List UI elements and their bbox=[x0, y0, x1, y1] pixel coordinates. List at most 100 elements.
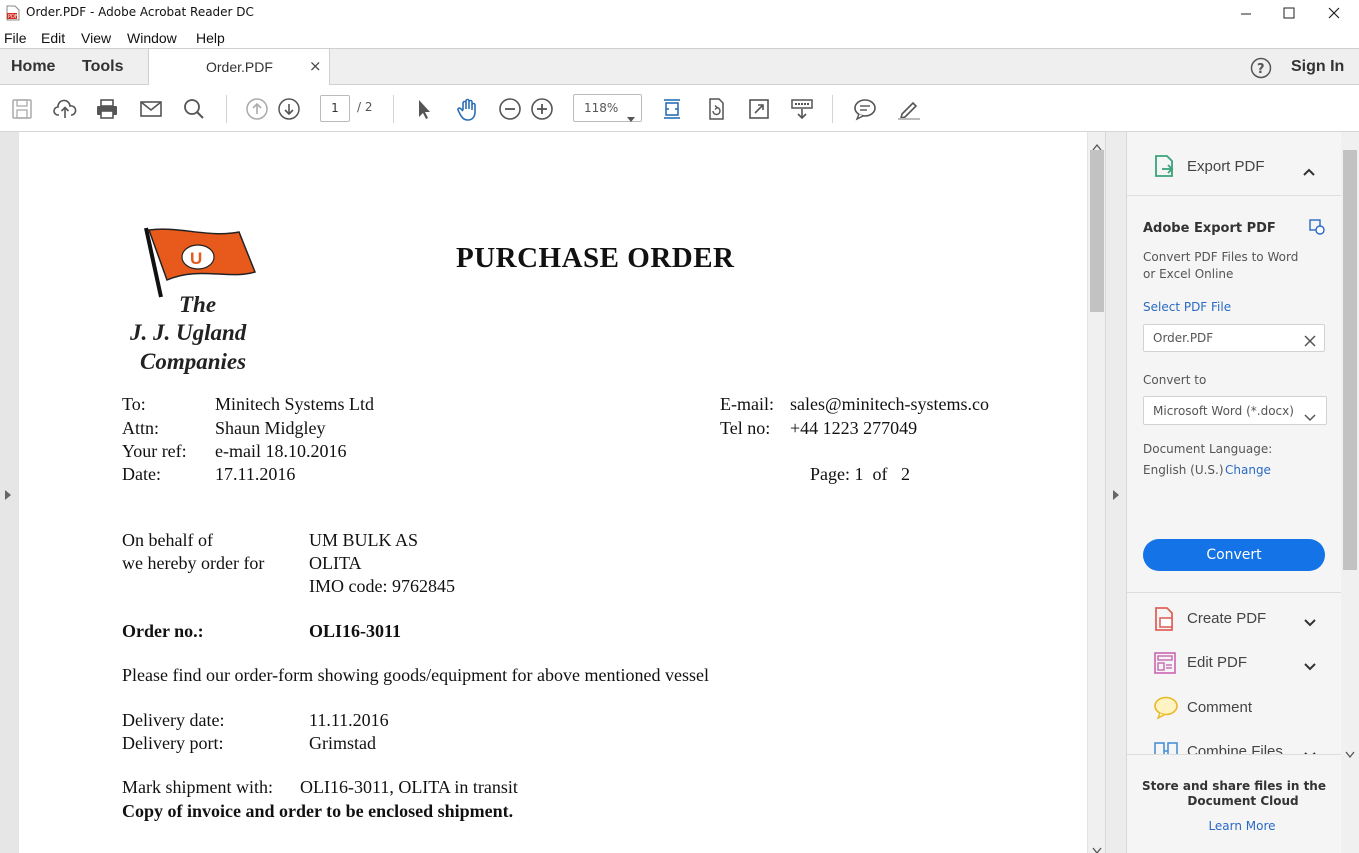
comment-icon[interactable] bbox=[853, 97, 877, 121]
tool-create-pdf[interactable]: Create PDF bbox=[1127, 598, 1341, 642]
acrobat-window: PDF Order.PDF - Adobe Acrobat Reader DC … bbox=[0, 0, 1359, 853]
chevron-down-icon[interactable] bbox=[1304, 745, 1316, 754]
zoom-in-icon[interactable] bbox=[530, 97, 554, 121]
minimize-button[interactable] bbox=[1236, 4, 1256, 22]
convert-format-value: Microsoft Word (*.docx) bbox=[1153, 404, 1294, 418]
logo-text-name: J. J. Ugland bbox=[130, 320, 247, 345]
document-page: U The J. J. Ugland Companies PURCHASE OR… bbox=[19, 132, 1087, 853]
sign-in-link[interactable]: Sign In bbox=[1291, 58, 1344, 76]
convert-format-select[interactable]: Microsoft Word (*.docx) bbox=[1143, 396, 1327, 425]
tab-home[interactable]: Home bbox=[11, 58, 55, 76]
svg-text:U: U bbox=[190, 249, 202, 268]
page-number-input[interactable]: 1 bbox=[320, 95, 350, 122]
please-text: Please find our order-form showing goods… bbox=[122, 665, 710, 685]
chevron-down-icon[interactable] bbox=[1304, 612, 1316, 631]
scroll-down-icon[interactable] bbox=[1092, 840, 1102, 853]
left-panel-toggle-strip[interactable] bbox=[0, 132, 19, 853]
rotate-icon[interactable] bbox=[704, 97, 728, 121]
attn-label: Attn: bbox=[122, 418, 160, 438]
save-icon[interactable] bbox=[10, 97, 34, 121]
ref-label: Your ref: bbox=[122, 441, 187, 461]
maximize-button[interactable] bbox=[1279, 4, 1299, 22]
tab-document[interactable]: Order.PDF × bbox=[148, 48, 330, 85]
tools-pane-scroll-thumb[interactable] bbox=[1343, 150, 1357, 570]
logo-text-the: The bbox=[179, 292, 217, 317]
copy-instruction: Copy of invoice and order to be enclosed… bbox=[122, 801, 514, 821]
tab-bar: Home Tools Order.PDF × ? Sign In bbox=[0, 48, 1359, 85]
document-language-label: Document Language: bbox=[1143, 442, 1273, 456]
search-icon[interactable] bbox=[182, 97, 206, 121]
print-icon[interactable] bbox=[95, 97, 119, 121]
toolbar-separator bbox=[832, 95, 833, 123]
export-pdf-header[interactable]: Export PDF bbox=[1127, 132, 1341, 196]
delivery-date-label: Delivery date: bbox=[122, 710, 225, 730]
select-pdf-file-label[interactable]: Select PDF File bbox=[1143, 300, 1231, 314]
hand-icon[interactable] bbox=[455, 97, 479, 121]
document-scrollbar[interactable] bbox=[1087, 132, 1105, 853]
selected-file-field[interactable]: Order.PDF bbox=[1143, 324, 1325, 352]
help-icon[interactable]: ? bbox=[1250, 57, 1272, 83]
tool-edit-pdf[interactable]: Edit PDF bbox=[1127, 642, 1341, 686]
menu-help[interactable]: Help bbox=[196, 30, 225, 46]
tel-value: +44 1223 277049 bbox=[790, 418, 918, 438]
tool-combine-files[interactable]: Combine Files bbox=[1127, 731, 1341, 754]
email-value: sales@minitech-systems.co bbox=[790, 394, 990, 414]
mark-value: OLI16-3011, OLITA in transit bbox=[300, 777, 518, 797]
export-pdf-icon bbox=[1153, 154, 1175, 182]
delivery-port-label: Delivery port: bbox=[122, 733, 224, 753]
chevron-down-icon[interactable] bbox=[1304, 656, 1316, 675]
behalf-label-2: we hereby order for bbox=[122, 553, 265, 573]
tel-label: Tel no: bbox=[720, 418, 771, 438]
prev-page-icon[interactable] bbox=[245, 97, 269, 121]
read-mode-icon[interactable] bbox=[790, 97, 814, 121]
convert-to-label: Convert to bbox=[1143, 373, 1207, 387]
email-icon[interactable] bbox=[139, 97, 163, 121]
right-pane-splitter[interactable] bbox=[1105, 132, 1127, 853]
logo-text-companies: Companies bbox=[140, 349, 247, 374]
learn-more-link[interactable]: Learn More bbox=[1127, 819, 1357, 833]
zoom-level-value: 118% bbox=[584, 101, 619, 115]
next-page-icon[interactable] bbox=[277, 97, 301, 121]
tool-combine-files-label: Combine Files bbox=[1187, 743, 1283, 754]
behalf-imo: IMO code: 9762845 bbox=[309, 576, 455, 596]
cloud-promo-line-2: Document Cloud bbox=[1187, 794, 1299, 808]
tools-pane-scrollbar[interactable] bbox=[1341, 132, 1359, 853]
menu-view[interactable]: View bbox=[81, 30, 111, 46]
to-value: Minitech Systems Ltd bbox=[215, 394, 374, 414]
fullscreen-icon[interactable] bbox=[747, 97, 771, 121]
zoom-level-select[interactable]: 118% bbox=[573, 94, 642, 122]
document-scroll-thumb[interactable] bbox=[1090, 150, 1104, 312]
menu-edit[interactable]: Edit bbox=[41, 30, 65, 46]
menu-window[interactable]: Window bbox=[127, 30, 177, 46]
collapse-right-pane-icon[interactable] bbox=[1112, 486, 1120, 505]
document-title: PURCHASE ORDER bbox=[456, 242, 735, 274]
select-arrow-icon[interactable] bbox=[412, 97, 436, 121]
divider bbox=[1127, 592, 1341, 593]
copy-settings-icon[interactable] bbox=[1309, 219, 1325, 239]
tab-tools[interactable]: Tools bbox=[82, 58, 123, 76]
order-value: OLI16-3011 bbox=[309, 621, 402, 641]
convert-button[interactable]: Convert bbox=[1143, 539, 1325, 571]
close-tab-icon[interactable]: × bbox=[309, 57, 322, 75]
clear-file-icon[interactable] bbox=[1304, 332, 1316, 351]
close-window-button[interactable] bbox=[1324, 4, 1344, 22]
language-value: English (U.S.) bbox=[1143, 463, 1224, 477]
tool-comment[interactable]: Comment bbox=[1127, 687, 1341, 731]
menu-file[interactable]: File bbox=[4, 30, 27, 46]
chevron-up-icon[interactable] bbox=[1303, 161, 1315, 180]
change-language-link[interactable]: Change bbox=[1225, 463, 1271, 477]
order-label: Order no.: bbox=[122, 621, 204, 641]
pdf-file-icon: PDF bbox=[5, 5, 21, 25]
comment-tool-icon bbox=[1153, 695, 1179, 725]
expand-left-panel-icon[interactable] bbox=[4, 486, 12, 505]
email-label: E-mail: bbox=[720, 394, 774, 414]
fit-width-icon[interactable] bbox=[660, 97, 684, 121]
zoom-out-icon[interactable] bbox=[498, 97, 522, 121]
upload-icon[interactable] bbox=[53, 97, 77, 121]
ref-value: e-mail 18.10.2016 bbox=[215, 441, 347, 461]
export-pdf-title: Export PDF bbox=[1187, 158, 1265, 175]
scroll-down-icon[interactable] bbox=[1345, 744, 1355, 763]
highlight-pen-icon[interactable] bbox=[896, 97, 920, 121]
behalf-label-1: On behalf of bbox=[122, 530, 213, 550]
attn-value: Shaun Midgley bbox=[215, 418, 326, 438]
